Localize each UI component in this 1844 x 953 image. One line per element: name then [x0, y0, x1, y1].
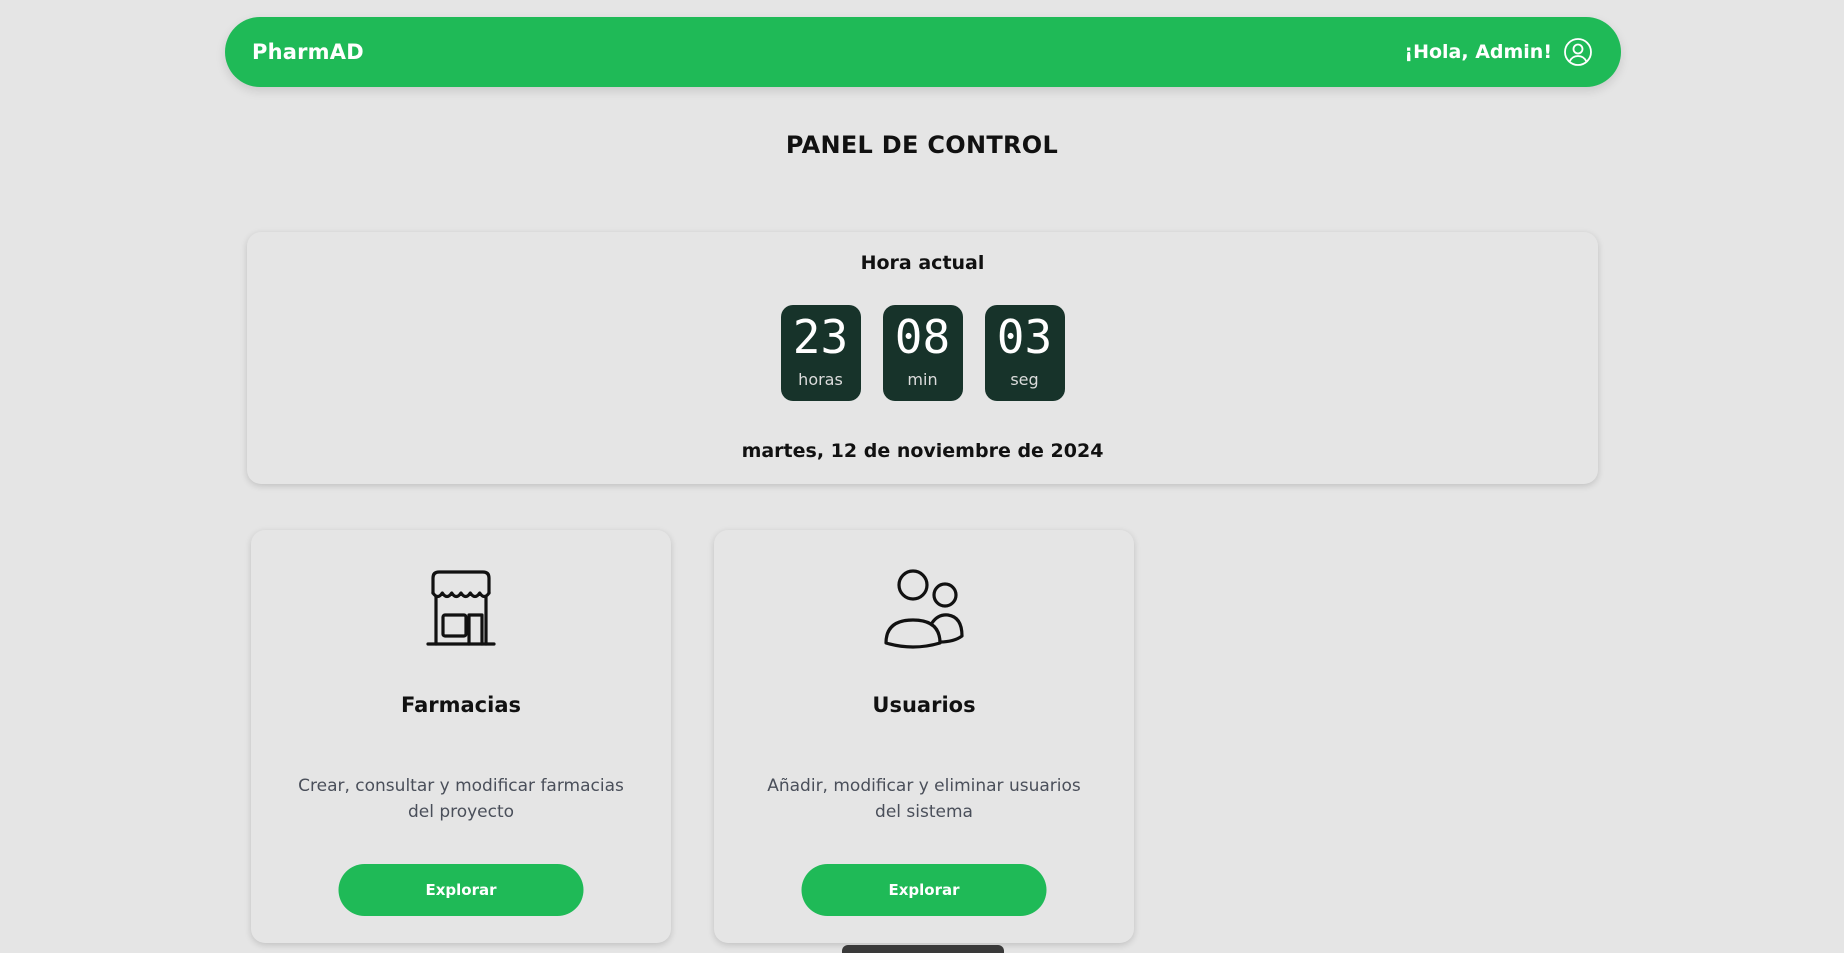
store-icon [411, 560, 511, 660]
card-farmacias: Farmacias Crear, consultar y modificar f… [251, 530, 671, 943]
clock-hours-label: horas [798, 370, 843, 389]
explore-usuarios-button[interactable]: Explorar [801, 864, 1047, 916]
clock-seconds: 03 [996, 310, 1053, 364]
user-menu[interactable]: ¡Hola, Admin! [1404, 37, 1593, 67]
user-greeting[interactable]: ¡Hola, Admin! [1404, 41, 1552, 63]
card-title: Usuarios [872, 693, 976, 717]
clock-digits: 23 horas 08 min 03 seg [247, 305, 1598, 401]
explore-farmacias-button[interactable]: Explorar [338, 864, 584, 916]
card-description: Crear, consultar y modificar farmacias d… [298, 776, 624, 822]
brand-logo[interactable]: PharmAD [252, 40, 364, 64]
clock-hours: 23 [792, 310, 849, 364]
user-circle-icon[interactable] [1563, 37, 1593, 67]
users-icon [874, 560, 974, 660]
card-description: Añadir, modificar y eliminar usuarios de… [767, 776, 1081, 822]
current-date: martes, 12 de noviembre de 2024 [741, 440, 1104, 462]
clock-minutes-box: 08 min [882, 305, 963, 401]
clock-minutes: 08 [894, 310, 951, 364]
clock-hours-box: 23 horas [780, 305, 861, 401]
clock-minutes-label: min [907, 370, 938, 389]
top-navbar: PharmAD ¡Hola, Admin! [225, 17, 1621, 87]
card-usuarios: Usuarios Añadir, modificar y eliminar us… [714, 530, 1134, 943]
card-title: Farmacias [400, 693, 521, 717]
clock-seconds-label: seg [1010, 370, 1039, 389]
clock-card: Hora actual 23 horas 08 min 03 seg marte… [247, 232, 1598, 484]
partial-card-edge [842, 945, 1004, 953]
page-title: PANEL DE CONTROL [785, 131, 1059, 159]
clock-title: Hora actual [860, 252, 985, 274]
clock-seconds-box: 03 seg [984, 305, 1065, 401]
